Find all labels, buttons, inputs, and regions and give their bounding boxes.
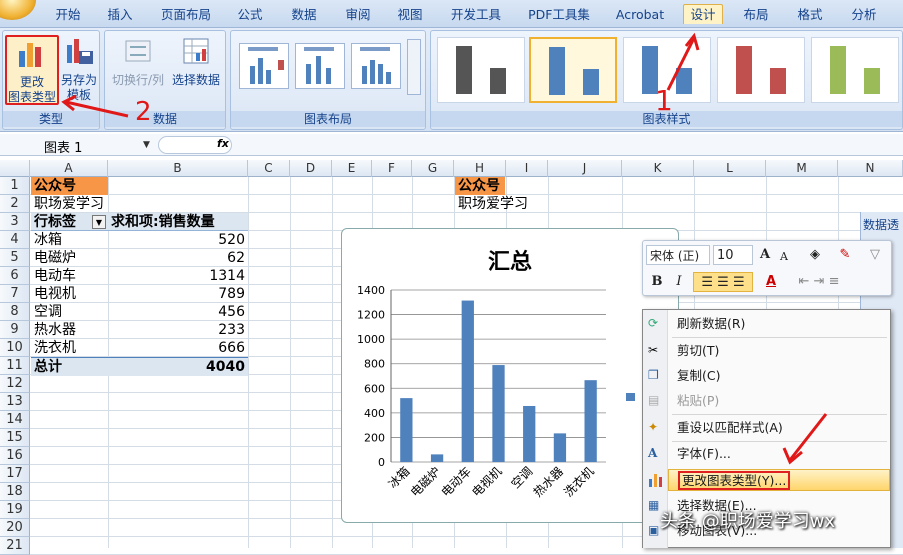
arrow-3: [788, 413, 828, 461]
arrow-1: [666, 37, 696, 91]
annotation-number-1: 1: [655, 84, 673, 117]
watermark: 头条 @职场爱学习wx: [660, 511, 836, 532]
annotation-number-2: 2: [135, 97, 152, 127]
arrow-2: [65, 100, 129, 118]
annotation-overlay: [61, 32, 828, 465]
